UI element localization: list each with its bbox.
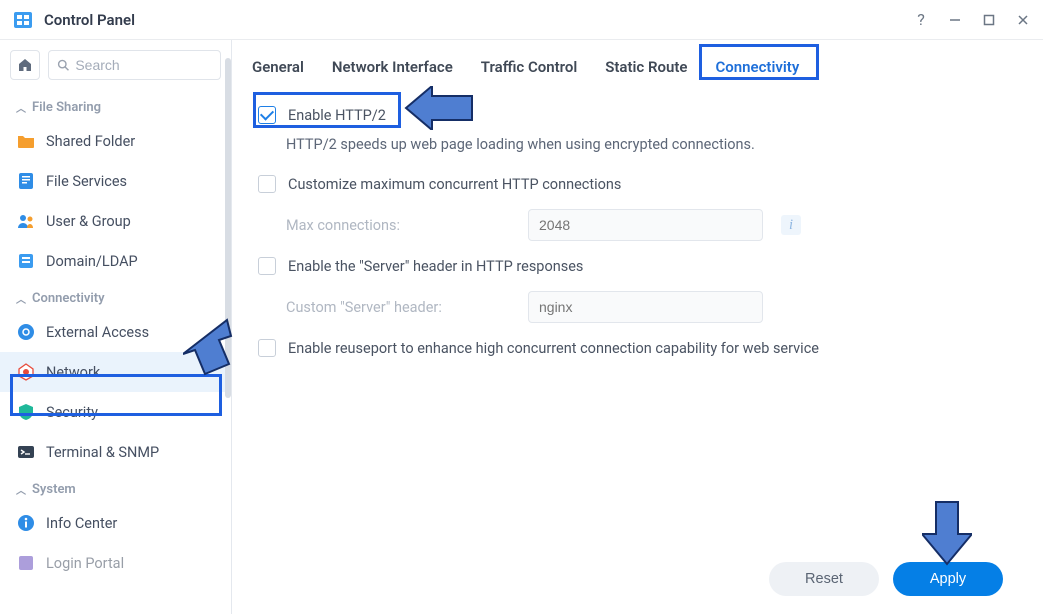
tabs: General Network Interface Traffic Contro… (232, 40, 1043, 90)
content-pane: General Network Interface Traffic Contro… (232, 40, 1043, 614)
apply-button[interactable]: Apply (893, 562, 1003, 596)
sidebar-item-login-portal[interactable]: Login Portal (0, 543, 231, 583)
search-input[interactable] (75, 57, 212, 73)
sidebar-item-info-center[interactable]: Info Center (0, 503, 231, 543)
reset-button[interactable]: Reset (769, 562, 879, 596)
sidebar-item-security[interactable]: Security (0, 392, 231, 432)
info-icon (16, 513, 36, 533)
label-custom-server: Custom "Server" header: (286, 299, 516, 316)
section-connectivity[interactable]: ︿ Connectivity (0, 281, 231, 312)
chevron-up-icon: ︿ (16, 291, 26, 306)
section-label: Connectivity (32, 291, 105, 306)
window-buttons: ? (913, 12, 1031, 28)
tab-traffic-control[interactable]: Traffic Control (481, 58, 577, 76)
label-max-connections: Max connections: (286, 217, 516, 234)
footer-buttons: Reset Apply (232, 548, 1043, 614)
home-button[interactable] (10, 50, 40, 80)
tab-static-route[interactable]: Static Route (605, 58, 687, 76)
input-max-connections (528, 209, 763, 241)
row-reuseport: Enable reuseport to enhance high concurr… (252, 331, 1023, 365)
label-customize-max: Customize maximum concurrent HTTP connec… (288, 176, 621, 193)
window-title: Control Panel (44, 11, 913, 29)
info-icon[interactable]: i (781, 215, 801, 235)
input-custom-server (528, 291, 763, 323)
search-box[interactable] (48, 50, 221, 80)
label-server-header: Enable the "Server" header in HTTP respo… (288, 258, 583, 275)
network-icon (16, 362, 36, 382)
row-server-header: Enable the "Server" header in HTTP respo… (252, 249, 1023, 283)
sidebar-item-label: User & Group (46, 213, 131, 230)
http2-description: HTTP/2 speeds up web page loading when u… (252, 132, 1023, 167)
sidebar-item-external-access[interactable]: External Access (0, 312, 231, 352)
row-customize-max: Customize maximum concurrent HTTP connec… (252, 167, 1023, 201)
minimize-button[interactable] (947, 12, 963, 28)
chevron-up-icon: ︿ (16, 100, 26, 115)
portal-icon (16, 553, 36, 573)
search-icon (57, 58, 69, 72)
sidebar-item-network[interactable]: Network (0, 352, 231, 392)
tab-network-interface[interactable]: Network Interface (332, 58, 453, 76)
section-system[interactable]: ︿ System (0, 472, 231, 503)
sidebar-item-shared-folder[interactable]: Shared Folder (0, 121, 231, 161)
label-enable-http2: Enable HTTP/2 (288, 107, 386, 124)
checkbox-customize-max[interactable] (258, 175, 276, 193)
section-file-sharing[interactable]: ︿ File Sharing (0, 90, 231, 121)
domain-icon (16, 251, 36, 271)
sidebar-item-terminal-snmp[interactable]: Terminal & SNMP (0, 432, 231, 472)
link-icon (16, 322, 36, 342)
sidebar-item-label: Terminal & SNMP (46, 444, 159, 461)
sidebar-item-label: Login Portal (46, 555, 124, 572)
sidebar-item-domain-ldap[interactable]: Domain/LDAP (0, 241, 231, 281)
users-icon (16, 211, 36, 231)
row-max-connections: Max connections: i (252, 201, 1023, 249)
titlebar: Control Panel ? (0, 0, 1043, 40)
chevron-up-icon: ︿ (16, 482, 26, 497)
sidebar-item-label: Info Center (46, 515, 117, 532)
help-button[interactable]: ? (913, 12, 929, 28)
home-icon (17, 57, 33, 73)
checkbox-server-header[interactable] (258, 257, 276, 275)
sidebar-item-label: Security (46, 404, 98, 421)
sidebar-item-file-services[interactable]: File Services (0, 161, 231, 201)
section-label: File Sharing (32, 100, 101, 115)
shield-icon (16, 402, 36, 422)
row-enable-http2: Enable HTTP/2 (252, 98, 1023, 132)
maximize-button[interactable] (981, 12, 997, 28)
sidebar-item-label: Domain/LDAP (46, 253, 138, 270)
sidebar-item-label: Shared Folder (46, 133, 135, 150)
section-label: System (32, 482, 76, 497)
close-button[interactable] (1015, 12, 1031, 28)
control-panel-icon (12, 9, 34, 31)
checkbox-reuseport[interactable] (258, 339, 276, 357)
checkbox-enable-http2[interactable] (258, 106, 276, 124)
sidebar: ︿ File Sharing Shared Folder File Servic… (0, 40, 232, 614)
folder-icon (16, 131, 36, 151)
tab-general[interactable]: General (252, 58, 304, 76)
sidebar-item-label: External Access (46, 324, 149, 341)
label-reuseport: Enable reuseport to enhance high concurr… (288, 340, 819, 357)
row-custom-server: Custom "Server" header: (252, 283, 1023, 331)
terminal-icon (16, 442, 36, 462)
sidebar-item-label: Network (46, 364, 100, 381)
sidebar-item-user-group[interactable]: User & Group (0, 201, 231, 241)
file-services-icon (16, 171, 36, 191)
tab-connectivity[interactable]: Connectivity (715, 58, 799, 76)
sidebar-item-label: File Services (46, 173, 127, 190)
